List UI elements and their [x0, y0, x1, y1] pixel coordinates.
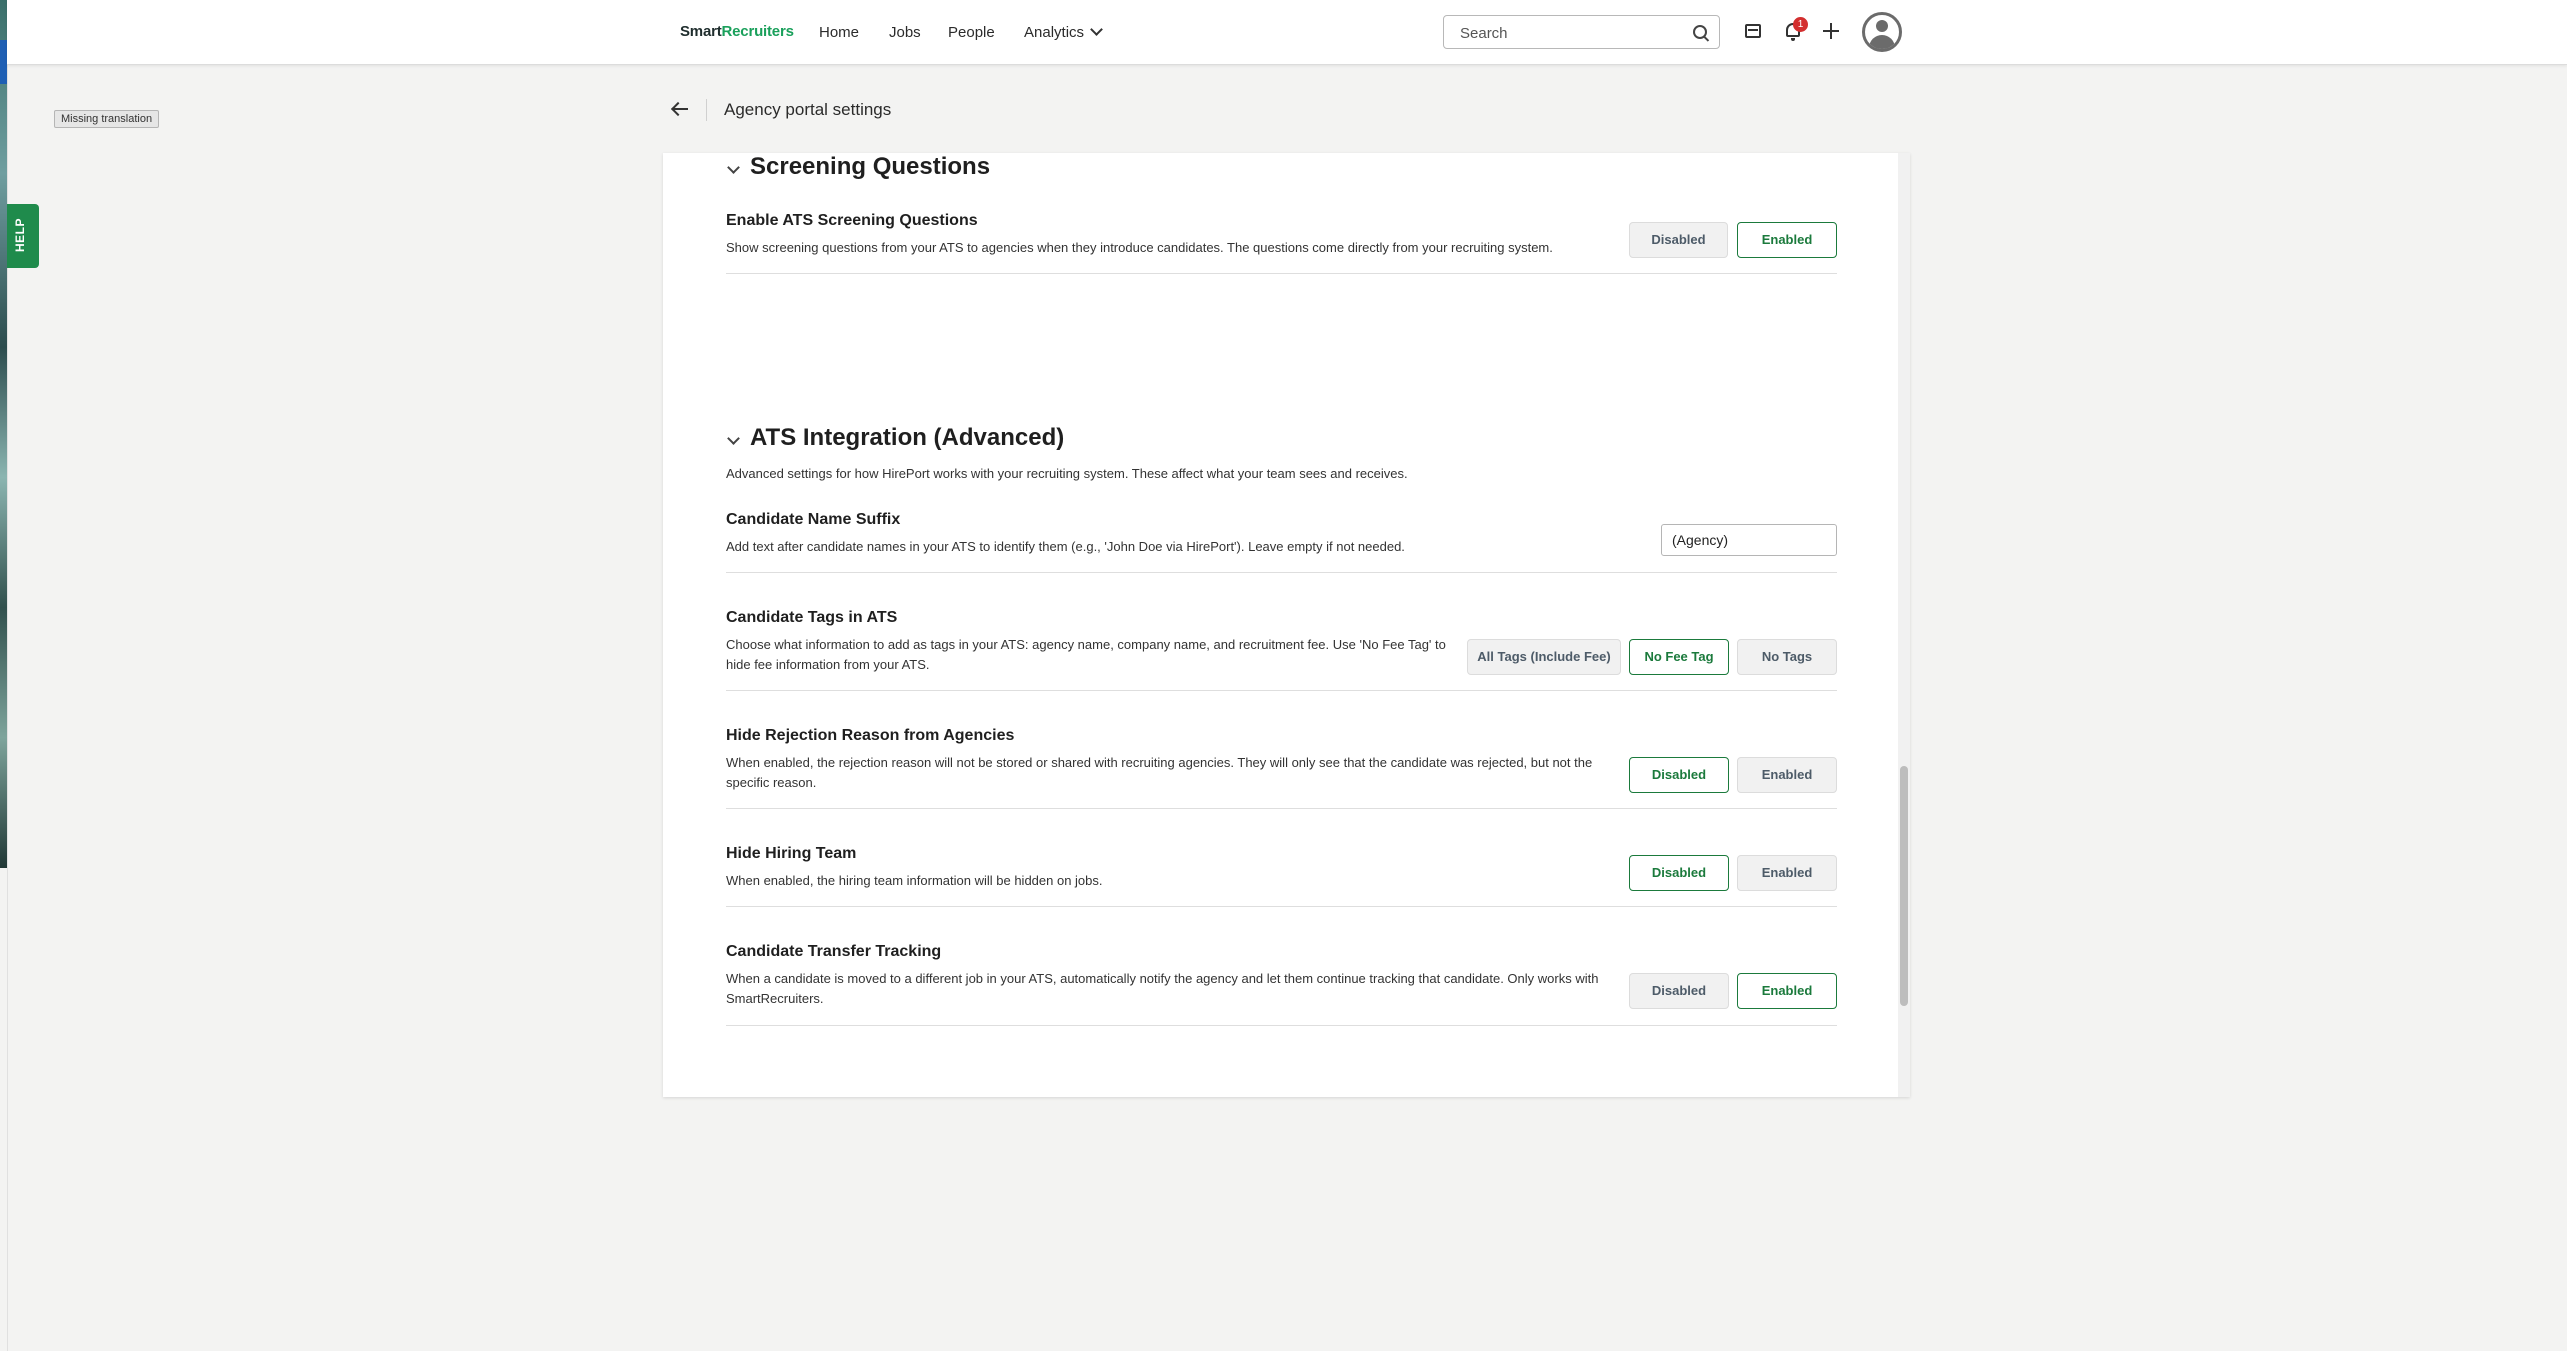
help-tab-label: HELP [13, 217, 28, 253]
row-desc-transfer-tracking: When a candidate is moved to a different… [726, 971, 1599, 1006]
inbox-icon[interactable] [1745, 24, 1761, 38]
tags-no-tags-button[interactable]: No Tags [1737, 639, 1837, 675]
transfer-tracking-enabled-button[interactable]: Enabled [1737, 973, 1837, 1009]
scrollbar-thumb[interactable] [1900, 766, 1908, 1006]
row-title-hide-rejection: Hide Rejection Reason from Agencies [726, 727, 1015, 744]
avatar-body [1869, 35, 1895, 49]
title-divider [706, 99, 707, 121]
hide-rejection-enabled-button[interactable]: Enabled [1737, 757, 1837, 793]
nav-people[interactable]: People [948, 24, 995, 41]
nav-jobs[interactable]: Jobs [889, 24, 921, 41]
row-title-transfer-tracking: Candidate Transfer Tracking [726, 943, 942, 960]
plus-icon[interactable] [1823, 23, 1839, 39]
row-desc-candidate-tags: Choose what information to add as tags i… [726, 637, 1446, 672]
row-divider [726, 273, 1837, 274]
chevron-down-icon [1090, 23, 1103, 36]
ats-screening-disabled-button[interactable]: Disabled [1629, 222, 1728, 258]
row-divider [726, 906, 1837, 907]
hide-rejection-disabled-button[interactable]: Disabled [1629, 757, 1729, 793]
nav-analytics-label: Analytics [1024, 24, 1085, 41]
hide-hiring-team-disabled-button[interactable]: Disabled [1629, 855, 1729, 891]
row-desc-hide-hiring-team: When enabled, the hiring team informatio… [726, 873, 1103, 888]
row-title-ats-screening: Enable ATS Screening Questions [726, 212, 978, 229]
logo-part-recruiters: Recruiters [721, 23, 794, 40]
nav-home[interactable]: Home [819, 24, 859, 41]
search-box[interactable] [1443, 15, 1720, 49]
page-title: Agency portal settings [724, 100, 892, 119]
avatar[interactable] [1862, 12, 1902, 52]
nav-analytics[interactable]: Analytics [1024, 23, 1103, 41]
tags-all-include-fee-button[interactable]: All Tags (Include Fee) [1467, 639, 1621, 675]
tags-no-fee-tag-button[interactable]: No Fee Tag [1629, 639, 1729, 675]
name-suffix-input[interactable] [1661, 524, 1837, 556]
top-navigation-bar: SmartRecruiters [7, 0, 2567, 65]
row-desc-hide-rejection: When enabled, the rejection reason will … [726, 755, 1593, 790]
logo-part-smart: Smart [680, 23, 722, 40]
row-title-candidate-tags: Candidate Tags in ATS [726, 609, 898, 626]
section-title-ats-integration[interactable]: ATS Integration (Advanced) [750, 424, 1064, 452]
section-title-screening[interactable]: Screening Questions [750, 153, 990, 181]
hide-hiring-team-enabled-button[interactable]: Enabled [1737, 855, 1837, 891]
transfer-tracking-disabled-button[interactable]: Disabled [1629, 973, 1729, 1009]
back-arrow-icon[interactable] [671, 100, 689, 118]
smartrecruiters-logo[interactable]: SmartRecruiters [680, 23, 794, 40]
avatar-head [1876, 20, 1888, 32]
ats-screening-enabled-button[interactable]: Enabled [1737, 222, 1837, 258]
search-input[interactable] [1458, 23, 1682, 43]
row-title-hide-hiring-team: Hide Hiring Team [726, 845, 857, 862]
search-icon[interactable] [1693, 25, 1707, 39]
row-divider [726, 690, 1837, 691]
row-desc-name-suffix: Add text after candidate names in your A… [726, 539, 1405, 554]
missing-translation-tooltip: Missing translation [54, 110, 160, 128]
page-edge-line [7, 0, 8, 1351]
row-desc-ats-screening: Show screening questions from your ATS t… [726, 240, 1553, 255]
row-divider [726, 572, 1837, 573]
section-desc-ats-integration: Advanced settings for how HirePort works… [726, 466, 1408, 481]
row-divider [726, 1025, 1837, 1026]
row-title-name-suffix: Candidate Name Suffix [726, 511, 901, 528]
background-strip [0, 0, 7, 868]
help-tab[interactable]: HELP [7, 204, 39, 268]
notification-badge: 1 [1793, 17, 1808, 32]
row-divider [726, 808, 1837, 809]
